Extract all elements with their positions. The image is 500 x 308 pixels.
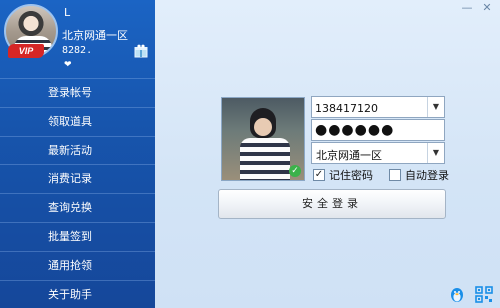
sidebar: VIP L 北京网通一区 8282. ❤ 登录帐号 领取道具 最新活动 消费记录…	[0, 0, 155, 308]
menu-item-purchase-records[interactable]: 消费记录	[0, 164, 155, 193]
auto-login[interactable]: 自动登录	[389, 167, 449, 183]
menu-item-about[interactable]: 关于助手	[0, 279, 155, 308]
sidebar-menu: 登录帐号 领取道具 最新活动 消费记录 查询兑换 批量签到 通用抢领 关于助手	[0, 78, 155, 308]
online-check-icon: ✓	[289, 165, 301, 177]
menu-item-query-redeem[interactable]: 查询兑换	[0, 193, 155, 222]
profile-points: 8282.	[62, 45, 93, 56]
heart-icon: ❤	[64, 60, 72, 70]
account-field[interactable]: ▼	[311, 96, 445, 119]
password-field[interactable]: ●●●●●●	[311, 119, 445, 141]
vip-badge: VIP	[8, 44, 44, 58]
login-window: VIP L 北京网通一区 8282. ❤ 登录帐号 领取道具 最新活动 消费记录…	[0, 0, 500, 308]
secure-login-button[interactable]: 安全登录	[218, 189, 446, 219]
menu-item-general-grab[interactable]: 通用抢领	[0, 250, 155, 280]
qr-code-icon[interactable]	[475, 286, 493, 303]
window-controls: — ✕	[458, 2, 496, 16]
auto-login-checkbox[interactable]	[389, 169, 401, 181]
account-dropdown-icon[interactable]: ▼	[427, 97, 444, 117]
menu-item-latest-events[interactable]: 最新活动	[0, 135, 155, 165]
profile-region: 北京网通一区	[62, 29, 128, 42]
login-avatar[interactable]: ✓	[221, 97, 305, 181]
remember-password-label: 记住密码	[329, 169, 373, 182]
qq-penguin-icon[interactable]	[449, 286, 465, 303]
remember-password[interactable]: ✓ 记住密码	[313, 167, 373, 183]
region-select[interactable]: 北京网通一区 ▼	[311, 142, 445, 164]
close-icon[interactable]: ✕	[478, 2, 496, 16]
profile-card: VIP L 北京网通一区 8282. ❤	[0, 0, 155, 78]
menu-item-batch-signin[interactable]: 批量签到	[0, 221, 155, 251]
gift-icon[interactable]	[134, 44, 148, 58]
region-select-value: 北京网通一区	[316, 149, 382, 162]
avatar-face	[254, 118, 272, 136]
username: L	[64, 6, 71, 19]
minimize-icon[interactable]: —	[458, 2, 476, 16]
auto-login-label: 自动登录	[405, 169, 449, 182]
menu-item-login-account[interactable]: 登录帐号	[0, 78, 155, 107]
remember-password-checkbox[interactable]: ✓	[313, 169, 325, 181]
avatar-body	[240, 138, 290, 180]
menu-item-claim-items[interactable]: 领取道具	[0, 106, 155, 136]
region-dropdown-icon[interactable]: ▼	[427, 143, 444, 163]
account-input[interactable]	[312, 98, 422, 119]
password-mask: ●●●●●●	[315, 122, 395, 138]
